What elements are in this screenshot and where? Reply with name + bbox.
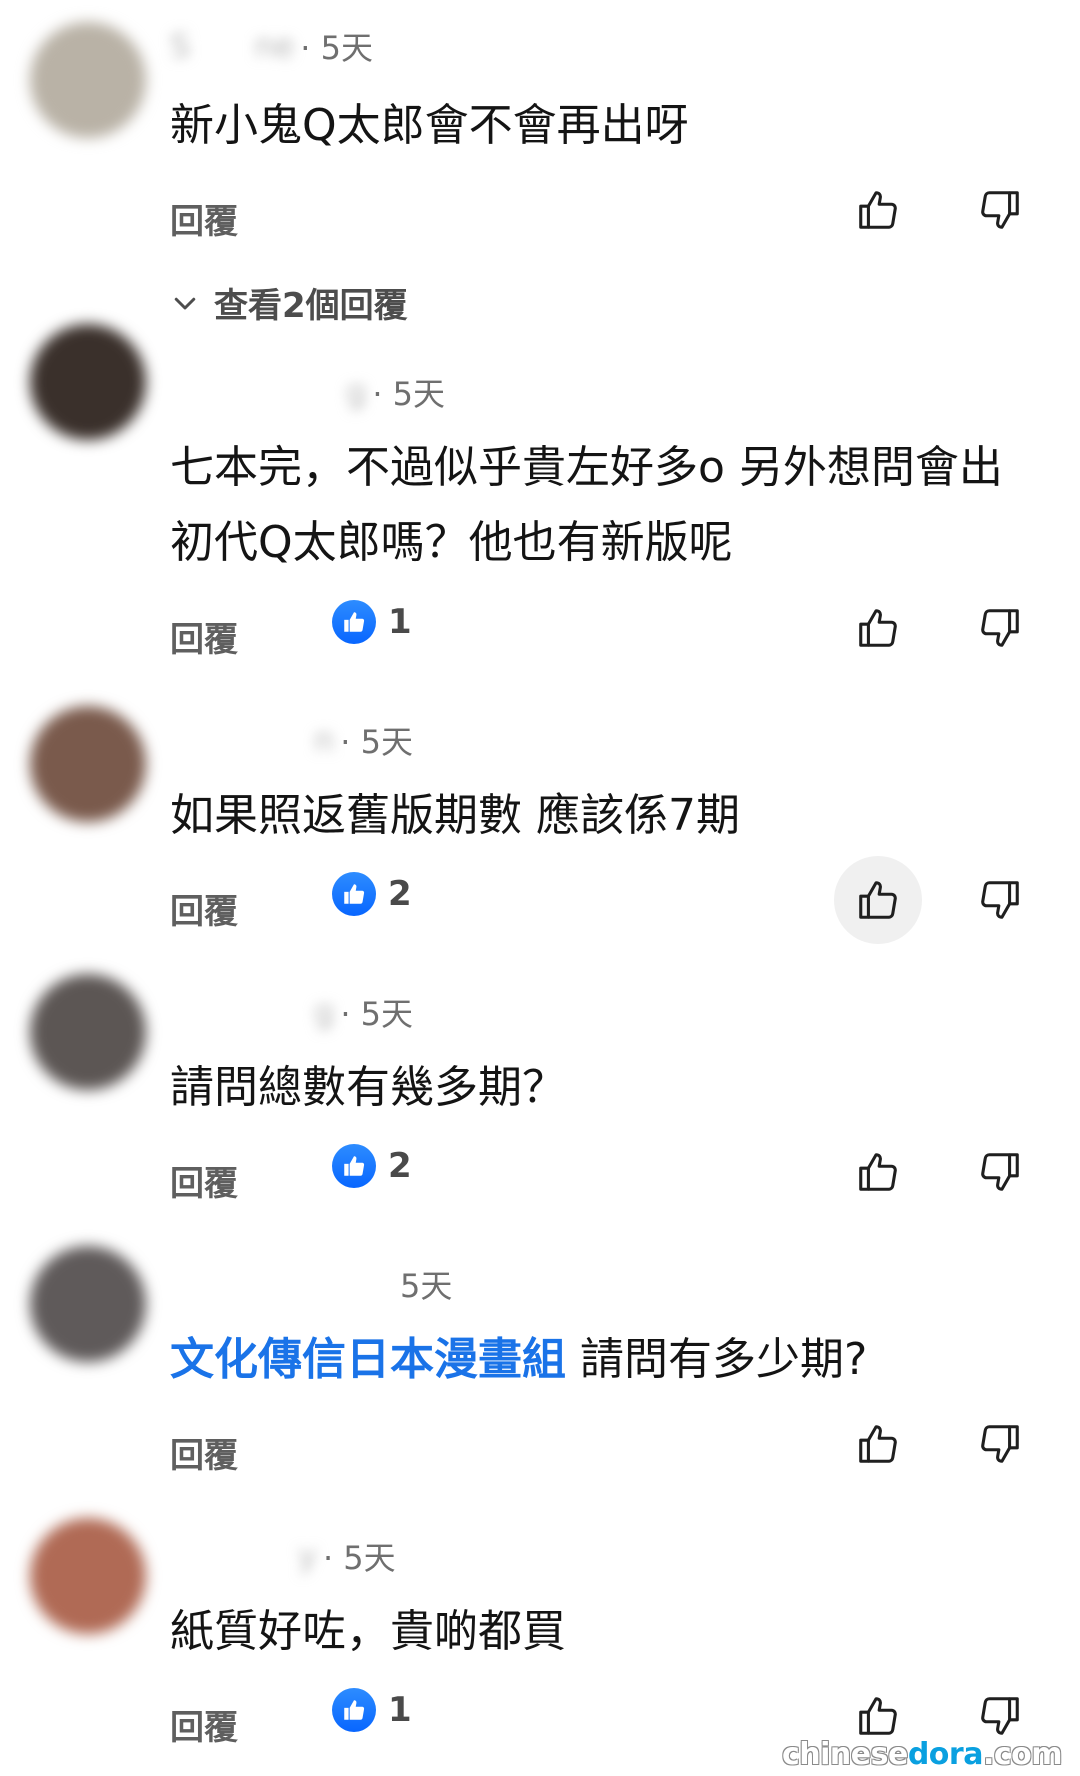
thumbs-down-icon — [981, 1425, 1019, 1463]
dislike-button[interactable] — [956, 856, 1044, 944]
timestamp: · 5天 — [322, 1539, 396, 1577]
timestamp: 5天 — [400, 1267, 453, 1305]
author-name[interactable]: n — [170, 721, 334, 759]
like-count: 1 — [388, 602, 412, 642]
reply-button[interactable]: 回覆 — [170, 1700, 238, 1749]
author-name[interactable]: g — [170, 993, 334, 1031]
reply-button[interactable]: 回覆 — [170, 194, 238, 243]
dislike-button[interactable] — [956, 1128, 1044, 1216]
reply-button[interactable]: 回覆 — [170, 1428, 238, 1477]
timestamp: · 5天 — [372, 375, 446, 413]
comment-meta: g · 5天 — [170, 992, 414, 1033]
thumbs-up-icon — [859, 1425, 897, 1463]
reply-button[interactable]: 回覆 — [170, 1156, 238, 1205]
watermark-part-1: chinese — [781, 1737, 908, 1772]
comment-meta: S ne · 5天 — [170, 26, 373, 67]
thumbs-up-icon — [859, 881, 897, 919]
like-button[interactable] — [834, 166, 922, 254]
like-button[interactable] — [834, 584, 922, 672]
author-name[interactable]: g — [170, 373, 366, 411]
avatar[interactable] — [30, 974, 146, 1090]
like-button[interactable] — [834, 1400, 922, 1488]
thumbs-down-icon — [981, 1697, 1019, 1735]
dislike-button[interactable] — [956, 584, 1044, 672]
like-count: 1 — [388, 1690, 412, 1730]
like-button[interactable] — [834, 1128, 922, 1216]
reaction-summary[interactable]: 1 — [332, 600, 412, 644]
timestamp: · 5天 — [340, 723, 413, 761]
comment-meta: n · 5天 — [170, 720, 413, 761]
avatar[interactable] — [30, 324, 146, 440]
dislike-button[interactable] — [956, 166, 1044, 254]
reaction-summary[interactable]: 2 — [332, 872, 412, 916]
thumbs-down-icon — [981, 609, 1019, 647]
comment-text: 請問總數有幾多期？ — [170, 1062, 566, 1113]
comment-body: 請問有多少期? — [580, 1334, 868, 1385]
watermark-part-3: .com — [982, 1737, 1063, 1772]
comment-text: 如果照返舊版期數 應該係7期 — [170, 790, 740, 841]
comment-meta: 5天 — [170, 1264, 453, 1305]
chevron-down-icon — [174, 297, 196, 309]
comment-text: 新小鬼Q太郎會不會再出呀 — [170, 100, 689, 151]
like-button[interactable] — [834, 856, 922, 944]
like-count: 2 — [388, 1146, 412, 1186]
watermark-part-2: dora — [907, 1737, 984, 1772]
thumbs-down-icon — [981, 1153, 1019, 1191]
view-replies-label: 查看2個回覆 — [214, 286, 408, 326]
thumbs-up-icon — [859, 1153, 897, 1191]
comment-text: 紙質好咗，貴啲都買 — [170, 1606, 566, 1657]
avatar[interactable] — [30, 1246, 146, 1362]
like-count: 2 — [388, 874, 412, 914]
thumbs-down-icon — [981, 881, 1019, 919]
comment-text: 七本完，不過似乎貴左好多o 另外想問會出初代Q太郎嗎？他也有新版呢 — [170, 442, 1003, 568]
view-replies-button[interactable]: 查看2個回覆 — [170, 278, 408, 327]
reply-button[interactable]: 回覆 — [170, 612, 238, 661]
reaction-like-icon — [332, 600, 376, 644]
author-name[interactable]: y — [170, 1537, 317, 1575]
author-name[interactable] — [170, 1265, 394, 1303]
site-watermark: chinesedora.com — [781, 1737, 1063, 1772]
timestamp: · 5天 — [300, 29, 373, 67]
author-name[interactable]: S ne — [170, 27, 294, 65]
reaction-like-icon — [332, 1144, 376, 1188]
avatar[interactable] — [30, 22, 146, 138]
avatar[interactable] — [30, 706, 146, 822]
thumbs-up-icon — [859, 609, 897, 647]
comment-meta: g · 5天 — [170, 372, 446, 413]
mention-link[interactable]: 文化傳信日本漫畫組 — [170, 1334, 566, 1385]
reaction-summary[interactable]: 1 — [332, 1688, 412, 1732]
avatar[interactable] — [30, 1518, 146, 1634]
comment-text: 文化傳信日本漫畫組 請問有多少期? — [170, 1322, 1040, 1397]
reaction-like-icon — [332, 1688, 376, 1732]
dislike-button[interactable] — [956, 1400, 1044, 1488]
reaction-like-icon — [332, 872, 376, 916]
reaction-summary[interactable]: 2 — [332, 1144, 412, 1188]
thumbs-down-icon — [981, 191, 1019, 229]
timestamp: · 5天 — [340, 995, 414, 1033]
thumbs-up-icon — [859, 1697, 897, 1735]
comment-meta: y · 5天 — [170, 1536, 396, 1577]
thumbs-up-icon — [859, 191, 897, 229]
reply-button[interactable]: 回覆 — [170, 884, 238, 933]
